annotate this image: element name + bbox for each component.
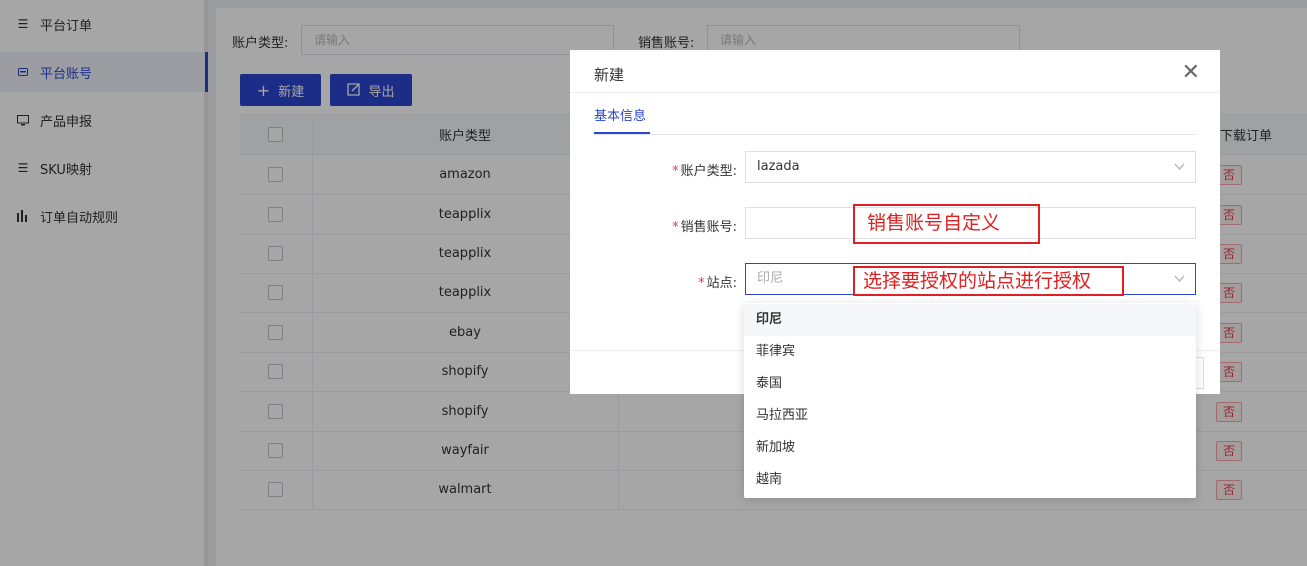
- tab-bar-line: [594, 134, 1196, 135]
- chevron-down-icon: [1174, 264, 1185, 306]
- site-placeholder: 印尼: [757, 271, 784, 286]
- dropdown-option-philippines[interactable]: 菲律宾: [744, 336, 1196, 368]
- site-label-text: 站点:: [706, 276, 737, 291]
- tab-active-indicator: [594, 132, 650, 134]
- close-icon[interactable]: ✕: [1182, 60, 1200, 85]
- account-type-label: * 账户类型:: [617, 160, 737, 179]
- required-mark: *: [672, 164, 679, 179]
- chevron-down-icon: [1174, 152, 1185, 194]
- required-mark: *: [698, 276, 705, 291]
- footer-button-edge[interactable]: [1196, 357, 1204, 389]
- account-type-label-text: 账户类型:: [680, 164, 737, 179]
- dropdown-option-malaysia[interactable]: 马拉西亚: [744, 400, 1196, 432]
- sales-account-label-text: 销售账号:: [680, 220, 737, 235]
- dropdown-option-indonesia[interactable]: 印尼: [744, 304, 1196, 336]
- account-type-select[interactable]: lazada: [745, 151, 1196, 183]
- dialog-title: 新建: [594, 66, 625, 84]
- site-dropdown: 印尼 菲律宾 泰国 马拉西亚 新加坡 越南: [744, 303, 1196, 498]
- site-label: * 站点:: [617, 272, 737, 291]
- sales-account-label: * 销售账号:: [617, 216, 737, 235]
- required-mark: *: [672, 220, 679, 235]
- account-type-value: lazada: [757, 159, 800, 174]
- dialog-header-divider: [570, 92, 1220, 93]
- tab-basic-info[interactable]: 基本信息: [594, 105, 646, 124]
- dropdown-option-thailand[interactable]: 泰国: [744, 368, 1196, 400]
- dropdown-option-vietnam[interactable]: 越南: [744, 464, 1196, 496]
- dropdown-option-singapore[interactable]: 新加坡: [744, 432, 1196, 464]
- annotation-site: 选择要授权的站点进行授权: [853, 266, 1124, 296]
- annotation-sales-account: 销售账号自定义: [853, 204, 1040, 244]
